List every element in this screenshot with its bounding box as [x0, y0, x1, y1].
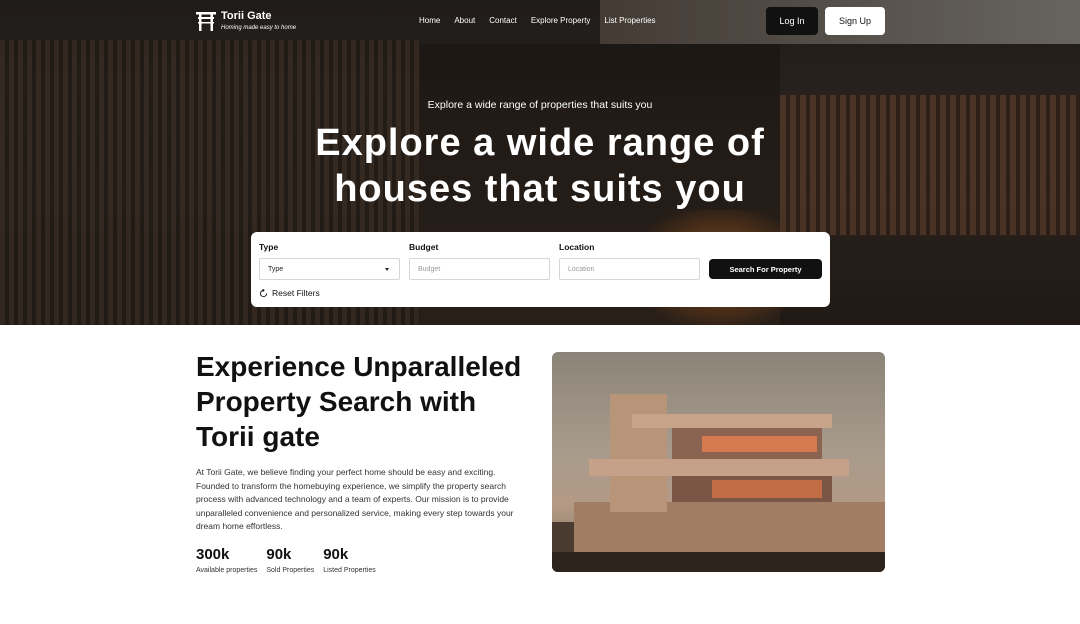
nav-link-home[interactable]: Home: [419, 16, 440, 25]
brand-name: Torii Gate: [221, 10, 272, 22]
reset-filters-label: Reset Filters: [272, 288, 320, 298]
modern-house-image: [552, 352, 885, 572]
about-title: Experience Unparalleled Property Search …: [196, 351, 522, 452]
property-filter-panel: Type Type Budget Budget Location Locatio…: [251, 232, 830, 307]
reset-filters-button[interactable]: Reset Filters: [259, 288, 320, 298]
nav-link-about[interactable]: About: [454, 16, 475, 25]
nav-link-list-properties[interactable]: List Properties: [604, 16, 655, 25]
brand-tagline: Homing made easy to home: [221, 25, 297, 31]
logo[interactable]: Torii Gate Homing made easy to home: [196, 10, 296, 33]
stat-listed: 90k Listed Properties: [323, 546, 376, 574]
reset-icon: [259, 288, 268, 297]
nav-link-explore-property[interactable]: Explore Property: [531, 16, 591, 25]
nav-link-contact[interactable]: Contact: [489, 16, 517, 25]
nav-links: Home About Contact Explore Property List…: [419, 16, 656, 25]
stat-value: 90k: [266, 546, 292, 563]
type-select-value: Type: [268, 265, 284, 273]
hero-eyebrow: Explore a wide range of properties that …: [427, 99, 653, 111]
caret-down-icon: [385, 268, 389, 271]
torii-gate-icon: [196, 11, 216, 31]
location-input[interactable]: Location: [559, 258, 700, 280]
signup-button[interactable]: Sign Up: [825, 7, 885, 35]
stats-row: 300k Available properties 90k Sold Prope…: [196, 546, 385, 574]
stat-label: Sold Properties: [266, 567, 315, 574]
location-label: Location: [559, 242, 595, 252]
stat-available: 300k Available properties: [196, 546, 257, 574]
stat-value: 90k: [323, 546, 349, 563]
stat-sold: 90k Sold Properties: [266, 546, 314, 574]
navbar: Torii Gate Homing made easy to home Home…: [196, 7, 885, 35]
type-label: Type: [259, 242, 279, 252]
hero-section: Torii Gate Homing made easy to home Home…: [0, 0, 1080, 325]
budget-label: Budget: [409, 242, 439, 252]
search-property-button[interactable]: Search For Property: [709, 259, 822, 279]
login-button[interactable]: Log In: [766, 7, 818, 35]
hero-title: Explore a wide range of houses that suit…: [315, 122, 765, 210]
stat-value: 300k: [196, 546, 230, 563]
stat-label: Listed Properties: [323, 567, 376, 574]
stat-label: Available properties: [196, 567, 258, 574]
budget-input[interactable]: Budget: [409, 258, 550, 280]
type-select[interactable]: Type: [259, 258, 400, 280]
about-text: At Torii Gate, we believe finding your p…: [196, 467, 514, 531]
